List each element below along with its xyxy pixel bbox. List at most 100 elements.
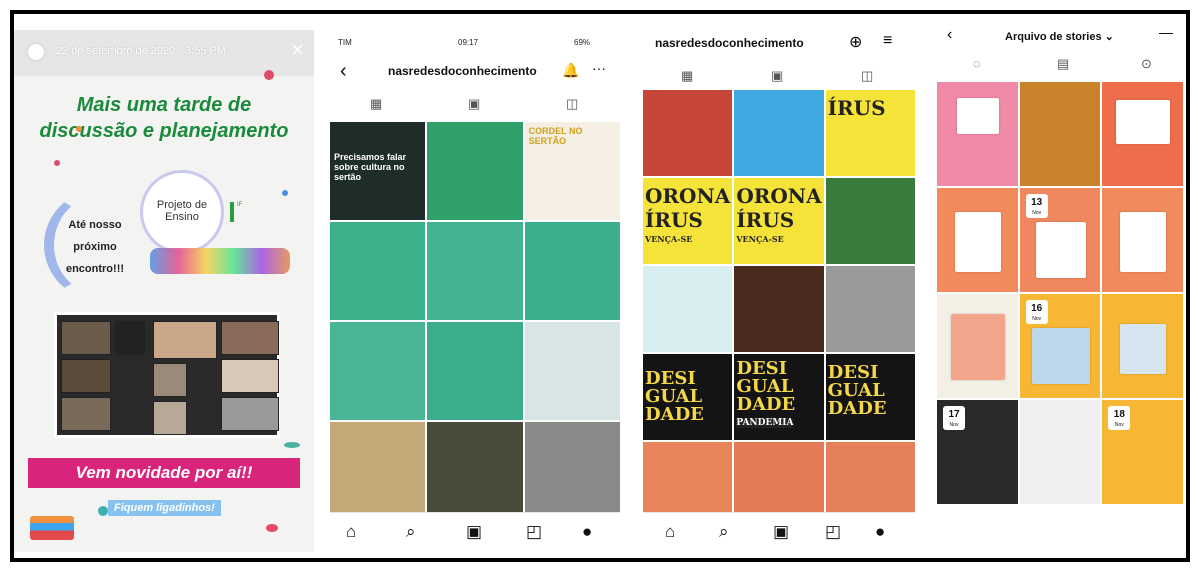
grid-icon[interactable]: ▦	[681, 68, 693, 84]
post-thumbnail[interactable]: DESI GUAL DADE PANDEMIA	[734, 354, 824, 440]
post-thumbnail[interactable]	[643, 90, 733, 176]
archive-grid: 13 Nov 16 Nov 17 Nov 18 Nov	[937, 82, 1183, 504]
participant-tile	[221, 321, 279, 355]
home-icon[interactable]: ⌂	[665, 522, 675, 542]
post-caption: ORONA	[645, 184, 731, 208]
story-card	[957, 98, 999, 134]
date-badge: 17 Nov	[943, 406, 965, 430]
search-icon[interactable]: ⌕	[719, 522, 729, 542]
date-badge: 13 Nov	[1025, 194, 1048, 218]
close-icon[interactable]: ×	[291, 39, 304, 61]
paint-sticker	[150, 248, 290, 274]
post-thumbnail[interactable]	[427, 322, 523, 420]
post-thumbnail[interactable]	[427, 422, 523, 520]
post-thumbnail[interactable]	[825, 266, 915, 352]
post-thumbnail[interactable]	[427, 222, 523, 320]
projeto-sticker: Projeto de Ensino	[140, 170, 224, 254]
confetti-dot	[284, 442, 300, 448]
archive-story[interactable]	[937, 188, 1018, 292]
reels-nav-icon[interactable]: ▣	[466, 522, 482, 542]
menu-icon[interactable]: ≡	[883, 32, 892, 50]
post-caption: Precisamos falar sobre cultura no sertão	[334, 152, 407, 182]
post-thumbnail[interactable]: CORDEL NO SERTÃO	[524, 122, 620, 220]
post-thumbnail[interactable]: ÍRUS	[825, 90, 915, 176]
post-thumbnail[interactable]: DESI GUAL DADE	[825, 354, 915, 440]
date-month: Nov	[1114, 422, 1124, 428]
post-thumbnail[interactable]	[330, 222, 426, 320]
tagged-icon[interactable]: ◫	[566, 96, 578, 112]
location-icon[interactable]: ⊙	[1141, 56, 1152, 72]
participant-tile	[153, 321, 217, 359]
post-thumbnail[interactable]	[427, 122, 523, 220]
back-icon[interactable]: ‹	[340, 60, 347, 83]
story-card	[1116, 100, 1171, 144]
post-thumbnail[interactable]: Precisamos falar sobre cultura no sertão	[330, 122, 426, 220]
add-post-icon[interactable]: ⊕	[849, 32, 862, 52]
reels-icon[interactable]: ▣	[771, 68, 783, 84]
archive-story[interactable]	[937, 294, 1018, 398]
profile-username[interactable]: nasredesdoconhecimento	[388, 64, 537, 78]
post-thumbnail[interactable]	[524, 222, 620, 320]
confetti-dot	[264, 70, 274, 80]
confetti-dot	[76, 126, 82, 132]
institute-logo: IF	[230, 202, 280, 222]
post-thumbnail[interactable]	[825, 178, 915, 264]
post-thumbnail[interactable]: ORONA ÍRUS VENÇA-SE	[734, 178, 824, 264]
reels-nav-icon[interactable]: ▣	[773, 522, 789, 542]
archive-title[interactable]: Arquivo de stories ⌄	[1005, 30, 1114, 43]
archive-story[interactable]	[1102, 82, 1183, 186]
profile-icon[interactable]: ●	[875, 522, 885, 542]
post-thumbnail[interactable]	[734, 90, 824, 176]
archive-story[interactable]: 16 Nov	[1019, 294, 1101, 398]
post-caption: DADE	[827, 398, 887, 419]
bell-icon[interactable]: 🔔	[562, 62, 579, 79]
shop-icon[interactable]: ◰	[526, 522, 542, 542]
post-thumbnail[interactable]: ORONA ÍRUS VENÇA-SE	[643, 178, 733, 264]
profile-icon[interactable]: ●	[582, 522, 592, 542]
post-thumbnail[interactable]	[524, 322, 620, 420]
post-caption: CORDEL NO SERTÃO	[528, 126, 583, 146]
archive-story[interactable]	[937, 82, 1018, 186]
date-month: Nov	[1032, 210, 1042, 216]
archive-story[interactable]: 13 Nov	[1019, 188, 1101, 292]
post-thumbnail[interactable]	[734, 266, 824, 352]
more-icon[interactable]: —	[1159, 24, 1173, 40]
profile-username[interactable]: nasredesdoconhecimento	[655, 36, 804, 50]
tagged-icon[interactable]: ◫	[861, 68, 873, 84]
post-thumbnail[interactable]	[330, 322, 426, 420]
post-thumbnail[interactable]	[643, 266, 733, 352]
shop-icon[interactable]: ◰	[825, 522, 841, 542]
date-month: Nov	[1032, 316, 1042, 322]
archive-story[interactable]	[1019, 82, 1101, 186]
story-title-line2: discussão e planejamento	[39, 120, 289, 142]
date-badge: 16 Nov	[1025, 300, 1048, 324]
archive-story[interactable]	[1102, 294, 1183, 398]
avatar[interactable]	[26, 42, 46, 62]
post-caption: DADE	[645, 404, 704, 425]
date-day: 17	[948, 409, 960, 420]
post-thumbnail[interactable]	[524, 422, 620, 520]
archive-story[interactable]	[1019, 400, 1101, 504]
archive-story[interactable]: 17 Nov	[937, 400, 1018, 504]
story-card	[951, 314, 1005, 380]
calendar-icon[interactable]: ▤	[1057, 56, 1069, 72]
archive-stories-icon[interactable]: ◌	[973, 56, 981, 71]
post-caption: ÍRUS	[827, 96, 886, 120]
archive-story[interactable]	[1102, 188, 1183, 292]
story-card	[1120, 324, 1167, 374]
post-grid: ÍRUS ORONA ÍRUS VENÇA-SE ORONA ÍRUS VENÇA-SE…	[643, 90, 915, 528]
home-icon[interactable]: ⌂	[346, 522, 356, 542]
post-thumbnail[interactable]	[330, 422, 426, 520]
battery-label: 69%	[574, 38, 591, 47]
more-icon[interactable]: ···	[592, 60, 606, 76]
archive-story[interactable]: 18 Nov	[1102, 400, 1183, 504]
confetti-dot	[282, 190, 288, 196]
search-icon[interactable]: ⌕	[406, 522, 416, 542]
grid-icon[interactable]: ▦	[370, 96, 382, 112]
story-title: Mais uma tarde de discussão e planejamen…	[14, 92, 314, 144]
archive-panel: ‹ Arquivo de stories ⌄ — ◌ ▤ ⊙ 13 Nov 16 N…	[937, 22, 1183, 552]
post-thumbnail[interactable]: DESI GUAL DADE	[643, 354, 733, 440]
back-icon[interactable]: ‹	[947, 26, 952, 44]
reels-icon[interactable]: ▣	[468, 96, 480, 112]
participant-tile	[153, 401, 187, 435]
